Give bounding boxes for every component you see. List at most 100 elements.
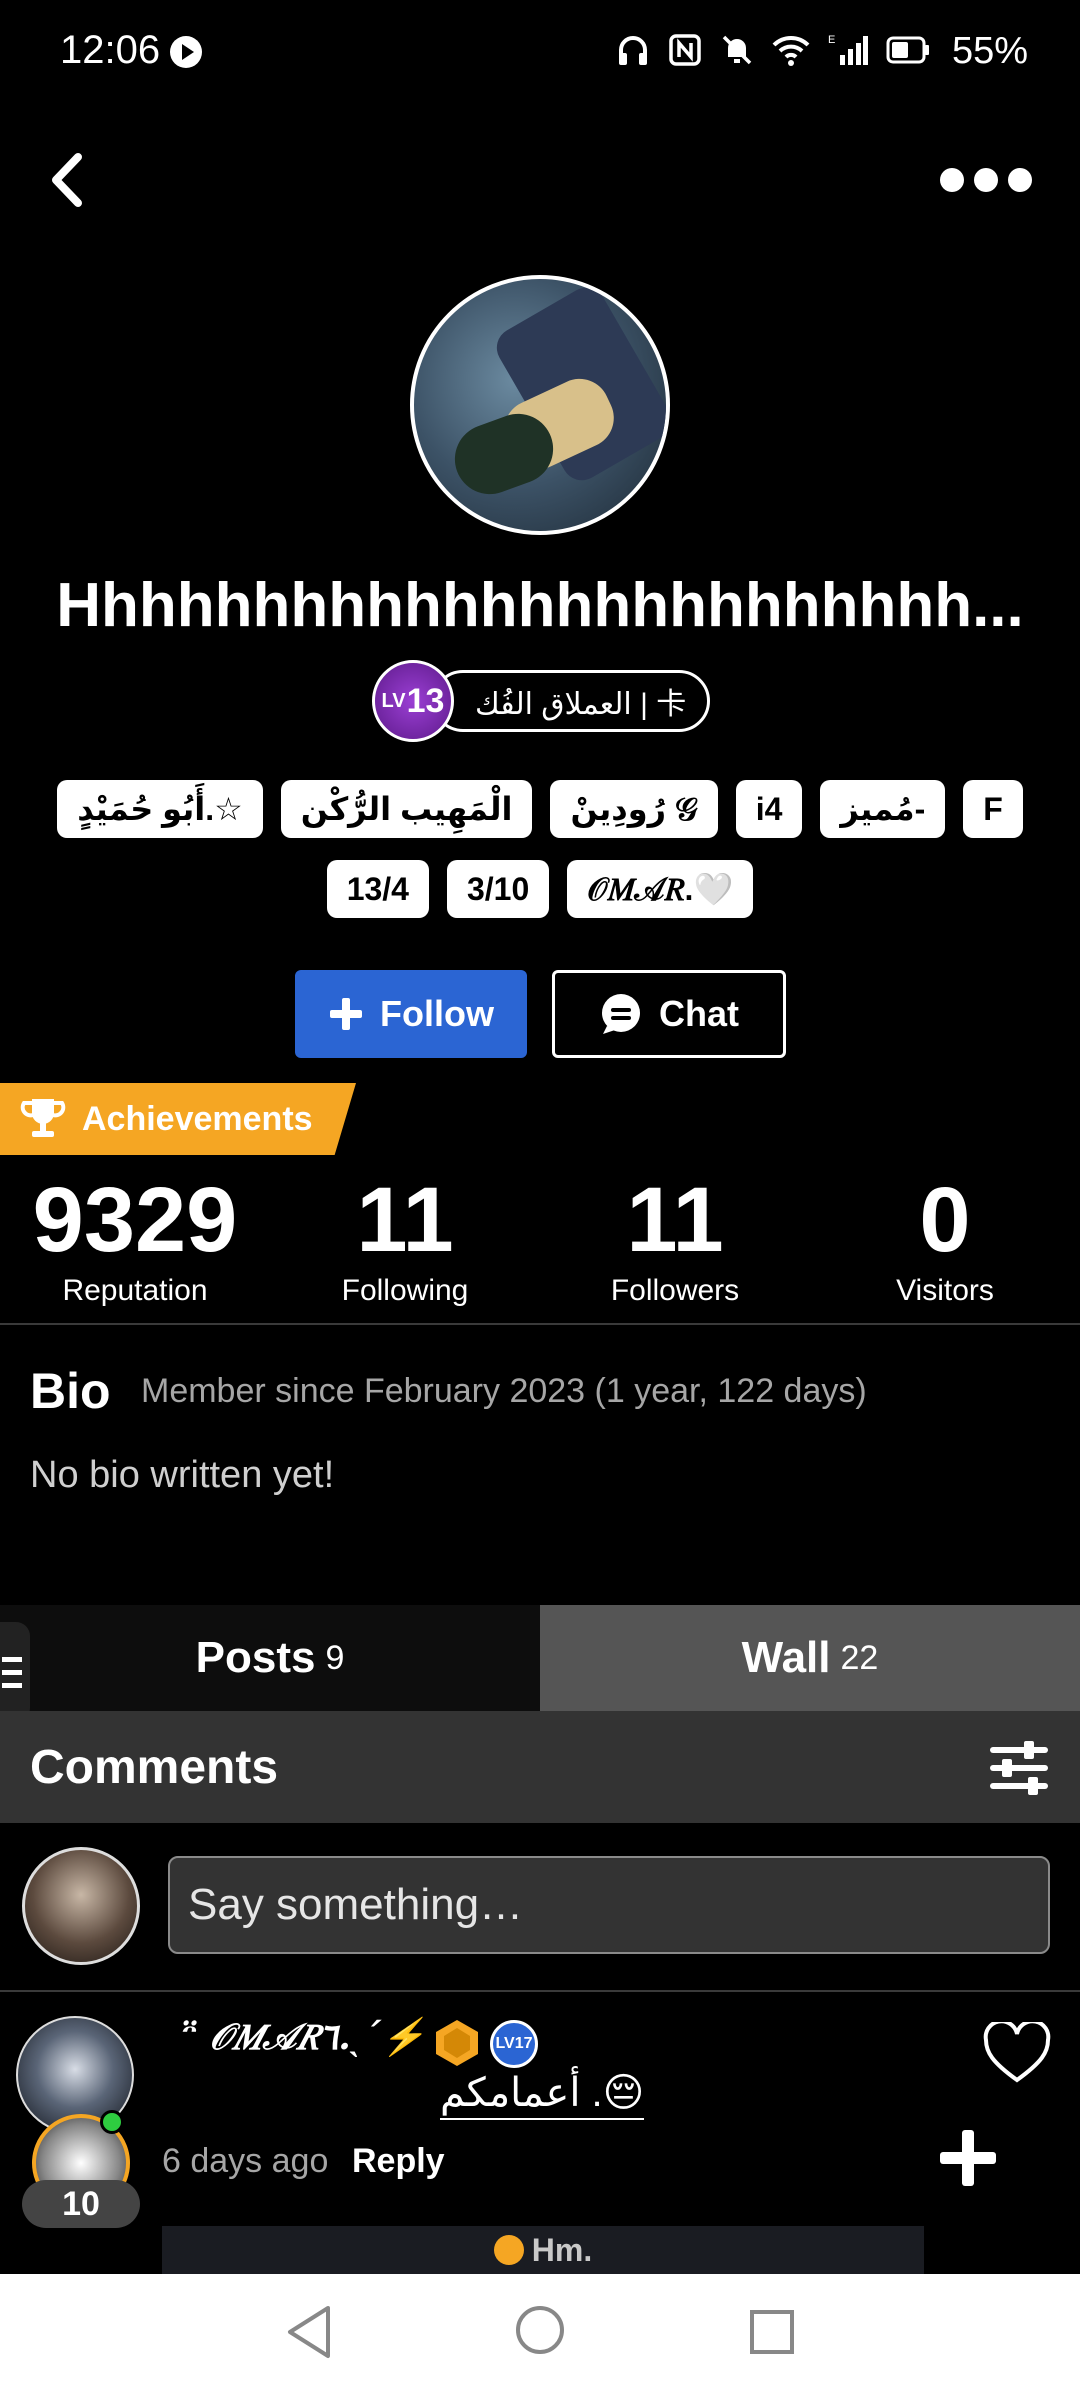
bio-text: No bio written yet! [30,1454,335,1496]
stat-visitors[interactable]: 0 Visitors [810,1170,1080,1308]
comment-text: أعمامكم .😔 [440,2070,645,2120]
more-options-button[interactable] [940,160,1040,200]
title-tag[interactable]: F [963,780,1023,838]
menu-line-icon [2,1669,22,1675]
commenter-level-pill: 10 [22,2180,140,2228]
tag-row: 13/4 3/10 𝒪𝑀𝒜𝑅.🤍 [326,860,754,918]
signal-icon: E [828,34,868,65]
profile-title: العملاق الفُك | 卡 [475,688,687,721]
headphones-icon [619,36,647,65]
chat-bubble-icon [602,994,640,1034]
stat-value: 9329 [32,1169,238,1271]
tab-count: 22 [840,1638,879,1677]
battery-icon [886,36,929,64]
comments-header: Comments [0,1711,1080,1823]
media-playing-icon [170,36,202,68]
comment-input[interactable]: Say something… [168,1856,1050,1954]
bio-section: Bio Member since February 2023 (1 year, … [30,1362,1050,1497]
online-indicator [100,2110,124,2134]
profile-title-pill[interactable]: العملاق الفُك | 卡 [432,670,710,732]
chat-button[interactable]: Chat [552,970,786,1058]
menu-line-icon [2,1682,22,1688]
comment-item: 10 ᵔ̈ 𝒪𝑀𝒜𝑅٦.ˎˊ⚡ LV17 أعمامكم .😔 6 days a… [0,1992,1080,2274]
level-row: LV 13 العملاق الفُك | 卡 [372,660,712,742]
follow-label: Follow [380,993,494,1034]
level-number: 13 [406,681,445,720]
comment-input-placeholder: Say something… [188,1880,524,1929]
trophy-icon [20,1099,66,1137]
more-dot-icon [974,168,998,192]
chat-label: Chat [659,993,739,1034]
member-since: Member since February 2023 (1 year, 122 … [141,1371,867,1410]
plus-icon [330,998,362,1030]
stat-following[interactable]: 11 Following [270,1170,540,1308]
status-time: 12:06 [60,28,161,72]
side-menu-handle[interactable] [0,1622,30,1722]
title-tag[interactable]: مُميز- [820,780,946,838]
profile-avatar[interactable] [410,275,670,535]
svg-text:E: E [828,34,835,46]
profile-tabs: Posts 9 Wall 22 [0,1605,1080,1711]
comments-title: Comments [30,1740,279,1794]
back-button[interactable] [38,145,98,215]
nfc-icon [669,34,701,66]
title-tag[interactable]: i4 [735,780,803,838]
divider [0,1323,1080,1325]
chevron-left-icon [52,153,82,207]
tab-posts[interactable]: Posts 9 [0,1605,540,1711]
bio-heading: Bio [30,1363,111,1419]
system-nav-bar [0,2274,1080,2388]
follow-button[interactable]: Follow [295,970,527,1058]
title-tag[interactable]: 3/10 [446,860,550,918]
status-icons: E [616,30,930,70]
nav-home-icon[interactable] [514,2304,566,2356]
mute-bell-icon [722,35,752,65]
current-user-avatar[interactable] [22,1847,140,1965]
author-level-badge: LV17 [490,2020,538,2068]
menu-line-icon [2,1656,22,1662]
tab-label: Wall [741,1633,831,1682]
reply-button[interactable]: Reply [352,2142,445,2181]
nav-back-icon[interactable] [284,2304,336,2360]
stat-value: 11 [356,1169,454,1271]
stat-label: Reputation [62,1274,208,1307]
heart-icon[interactable] [982,2022,1052,2084]
title-tag[interactable]: الْمَهِيب الرُّكْن [280,780,533,838]
filter-sliders-icon[interactable] [988,1741,1050,1795]
status-bar: 12:06 E 55% [0,0,1080,110]
title-tags: أَبُو حُمَيْدٍ.☆ الْمَهِيب الرُّكْن رُود… [0,780,1080,918]
battery-percent: 55% [951,30,1028,72]
profile-name: Hhhhhhhhhhhhhhhhhhhhhhhh... [56,571,1024,640]
stat-label: Followers [610,1274,740,1307]
coin-badge-icon [436,2020,478,2066]
title-tag[interactable]: أَبُو حُمَيْدٍ.☆ [57,780,263,838]
level-prefix: LV [381,689,406,712]
achievements-banner[interactable]: Achievements [0,1083,356,1155]
profile-stats: 9329 Reputation 11 Following 11 Follower… [0,1170,1080,1320]
stat-followers[interactable]: 11 Followers [540,1170,810,1308]
achievements-label: Achievements [82,1099,313,1138]
tag-row: أَبُو حُمَيْدٍ.☆ الْمَهِيب الرُّكْن رُود… [57,780,1023,838]
coin-icon [493,2235,524,2265]
tab-count: 9 [325,1638,345,1677]
comment-time: 6 days ago [162,2142,329,2180]
plus-icon[interactable] [938,2128,998,2188]
stat-value: 11 [626,1169,724,1271]
level-badge[interactable]: LV 13 [372,660,454,742]
wifi-icon [772,35,810,66]
preview-text: Hm. [531,2231,593,2268]
stat-reputation[interactable]: 9329 Reputation [0,1170,270,1308]
nav-recents-icon[interactable] [748,2308,796,2356]
title-tag[interactable]: 13/4 [326,860,429,918]
comment-attachment-preview[interactable]: Hm. [162,2226,924,2274]
stat-value: 0 [919,1169,971,1271]
more-dot-icon [940,168,964,192]
tab-label: Posts [195,1633,316,1682]
title-tag[interactable]: رُودِينْ 𝒢 [550,780,718,838]
more-dot-icon [1008,168,1032,192]
title-tag[interactable]: 𝒪𝑀𝒜𝑅.🤍 [567,860,754,918]
tab-wall[interactable]: Wall 22 [540,1605,1080,1711]
commenter-name[interactable]: ᵔ̈ 𝒪𝑀𝒜𝑅٦.ˎˊ⚡ [180,2016,426,2059]
stat-label: Following [341,1274,469,1307]
comment-composer: Say something… [0,1823,1080,1991]
